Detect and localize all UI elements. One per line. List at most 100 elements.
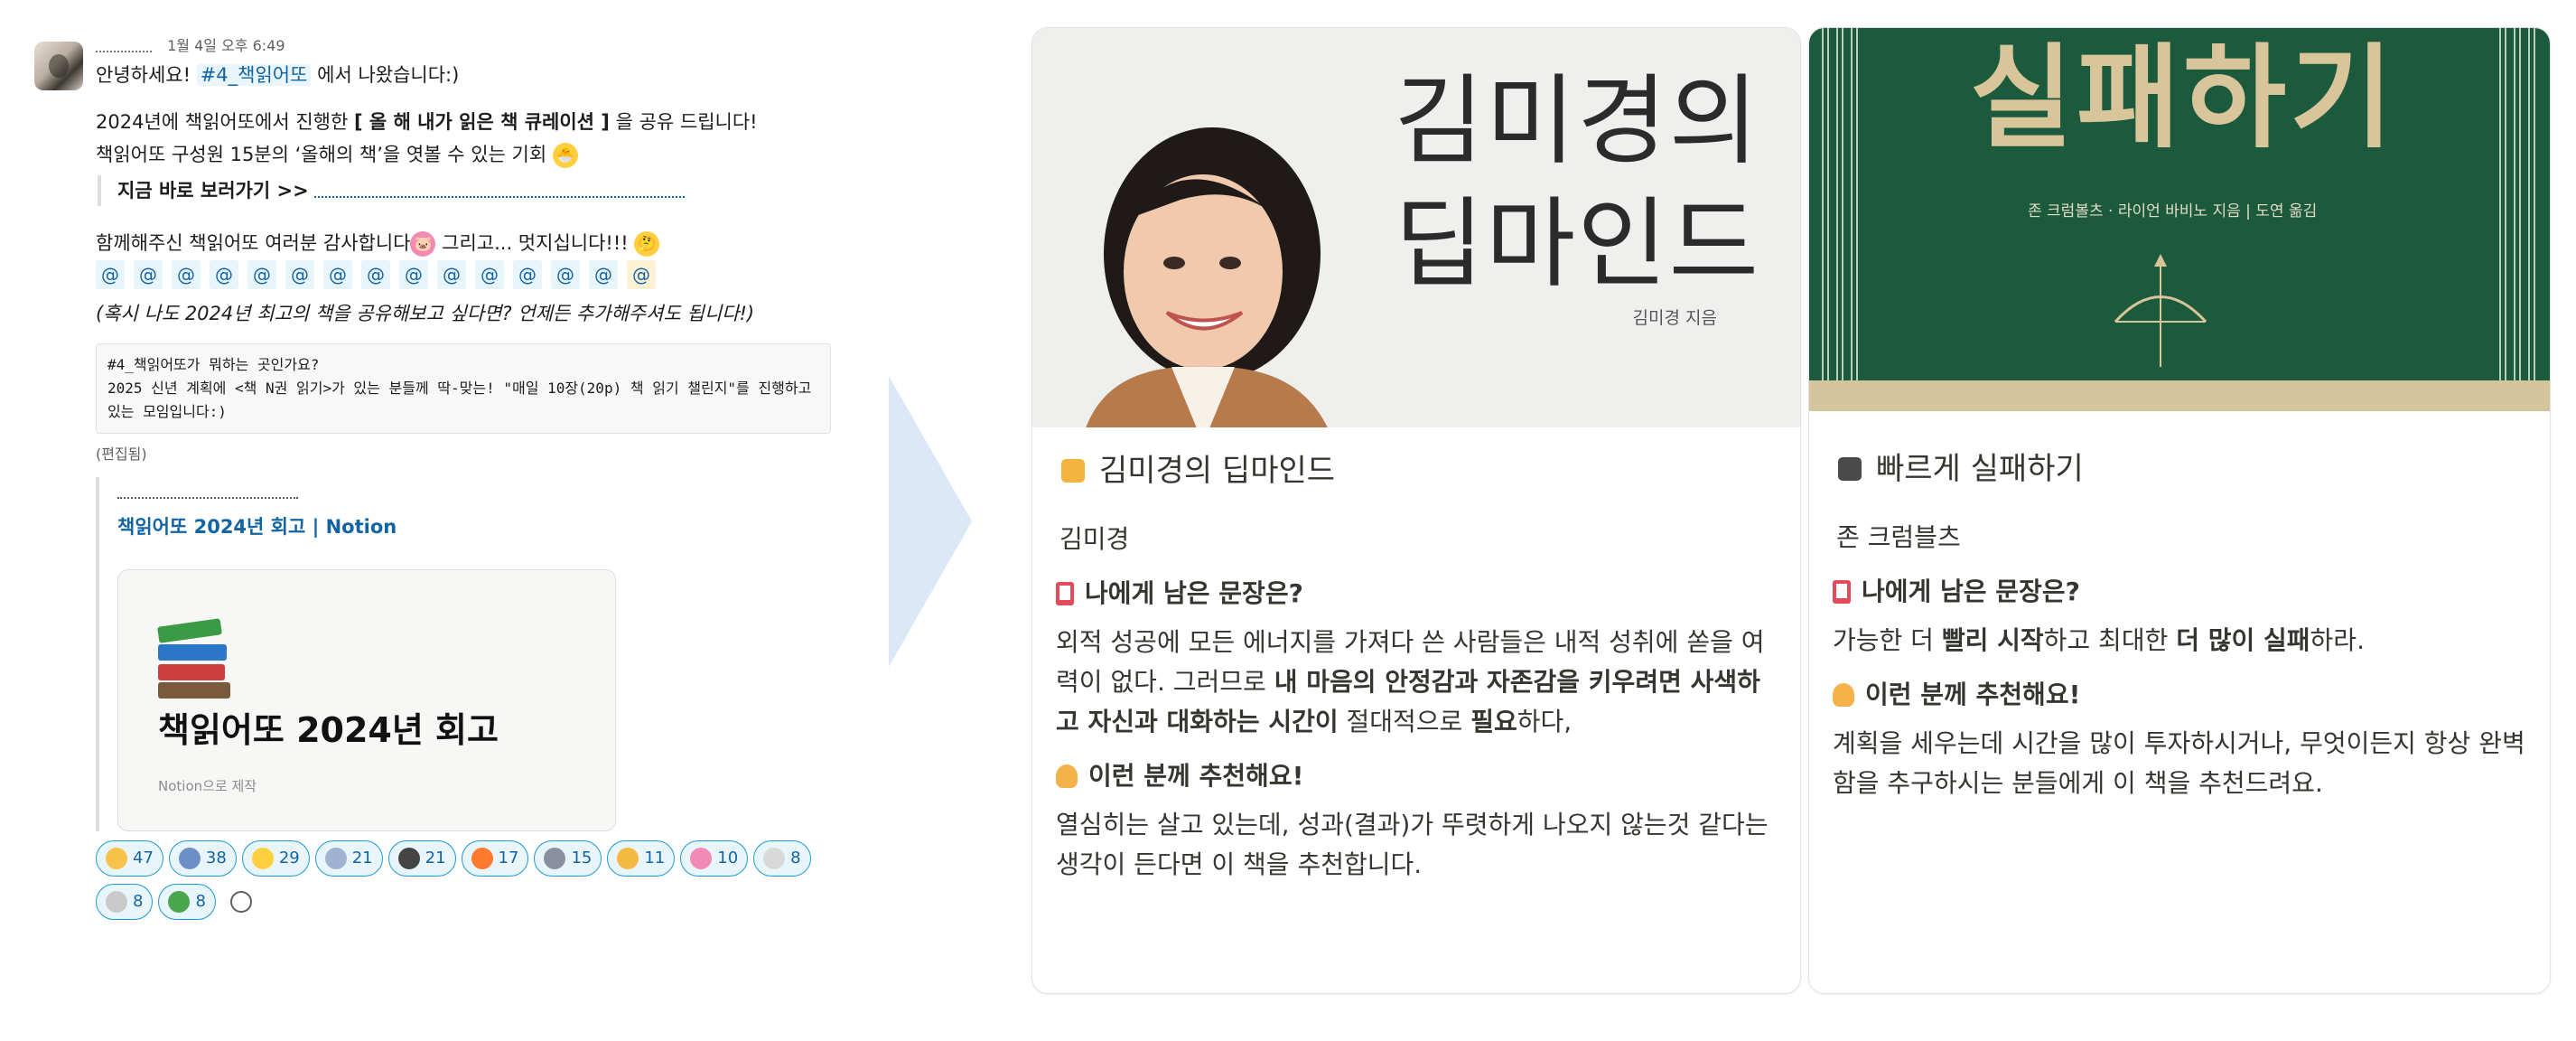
user-mention[interactable]: @ [172,260,201,289]
avatar[interactable] [34,42,83,90]
cover-title: 김미경의 딥마인드 [1394,65,1760,301]
reaction-button[interactable]: 15 [534,840,602,877]
code-block: #4_책읽어또가 뭐하는 곳인가요? 2025 신년 계획에 <책 N권 읽기>… [96,343,831,434]
cover-author: 김미경 지음 [1632,308,1717,328]
answer-sentence: 외적 성공에 모든 에너지를 가져다 쓴 사람들은 내적 성취에 쏟을 여력이 … [1056,627,1765,736]
mention-list: @ @ @ @ @ @ @ @ @ @ @ @ @ @ @ [96,260,829,289]
quote-label: 지금 바로 보러가기 >> [117,180,309,202]
user-mention[interactable]: @ [361,260,390,289]
add-reaction-button[interactable] [221,884,261,920]
reaction-button[interactable]: 8 [96,884,154,920]
question-sentence: 나에게 남은 문장은? [1056,574,1777,614]
cover-stripe [1851,28,1858,380]
reaction-button[interactable]: 38 [168,840,237,877]
cover-title: 실패하기 [1970,33,2397,164]
user-mention[interactable]: @ [475,260,504,289]
open-book-icon [324,848,347,869]
book-title[interactable]: 빠르게 실패하기 [1838,445,2526,492]
thumbs-up-icon [106,848,127,869]
channel-link[interactable]: #4_책읽어또 [196,64,312,86]
book-card-deepmind[interactable]: 김미경의 딥마인드 김미경 지음 김미경의 딥마인드 김미경 나에게 남은 문장… [1031,27,1801,994]
sender-name-redacted[interactable] [96,42,152,52]
reaction-button[interactable]: 11 [607,840,676,877]
reaction-button[interactable]: 21 [314,840,383,877]
unfurl-site-redacted [117,488,298,499]
user-mention[interactable]: @ [210,260,238,289]
unfurl-title-link[interactable]: 책읽어또 2024년 회고 | Notion [117,511,818,542]
greeting-text: 안녕하세요! [96,64,197,86]
cover-stripe [2528,28,2535,380]
card-body: 빠르게 실패하기 존 크럼블츠 나에게 남은 문장은? 가능한 더 빨리 시작하… [1809,411,2550,803]
bookmark-icon [1056,582,1074,605]
user-mention[interactable]: @ [247,260,276,289]
add-emoji-icon [229,891,252,913]
pig-icon [690,848,713,869]
user-mention[interactable]: @ [96,260,125,289]
greeting-suffix: 에서 나왔습니다:) [311,64,460,86]
share-suffix: 을 공유 드립니다! [609,111,758,133]
user-mention[interactable]: @ [513,260,542,289]
answer-recommend: 계획을 세우는데 시간을 많이 투자하시거나, 무엇이든지 항상 완벽함을 추구… [1833,728,2525,798]
preview-title: 책읽어또 2024년 회고 [158,710,499,750]
fire-icon [471,848,493,869]
preview-subtitle: Notion으로 제작 [158,778,257,794]
user-mention[interactable]: @ [437,260,466,289]
share-line: 2024년에 책읽어또에서 진행한 [ 올 해 내가 읽은 책 큐레이션 ] 을… [96,107,829,137]
user-mention[interactable]: @ [323,260,352,289]
book-cover-deepmind: 김미경의 딥마인드 김미경 지음 [1032,28,1800,427]
reaction-count: 29 [278,849,300,868]
question-text: 이런 분께 추천해요! [1865,680,2081,709]
question-text: 이런 분께 추천해요! [1088,761,1304,791]
cover-author: 존 크럼볼츠 · 라이언 바비노 지음 | 도연 옮김 [2028,202,2318,220]
bow-arrow-icon [2114,254,2207,367]
cover-stripe [2514,28,2521,380]
opportunity-text: 책읽어또 구성원 15분의 ‘올해의 책’을 엿볼 수 있는 기회 [96,144,547,165]
book-cover-fail-fast: 실패하기 존 크럼볼츠 · 라이언 바비노 지음 | 도연 옮김 [1809,28,2550,411]
reaction-button[interactable]: 8 [158,884,216,920]
pig-icon: 🐷 [410,231,436,257]
question-recommend: 이런 분께 추천해요! [1056,756,1777,796]
reaction-count: 47 [133,849,154,868]
answer-sentence: 가능한 더 빨리 시작하고 최대한 더 많이 실패하라. [1833,625,2365,655]
user-mention[interactable]: @ [285,260,314,289]
link-unfurl: 책읽어또 2024년 회고 | Notion 책읽어또 2024년 회고 Not… [96,477,818,831]
quote-block: 지금 바로 보러가기 >> [98,175,829,206]
user-mention[interactable]: @ [399,260,428,289]
notion-link-redacted[interactable] [313,185,685,198]
reaction-count: 21 [425,849,446,868]
reaction-button[interactable]: 8 [753,840,811,877]
message-body: 1월 4일 오후 6:49 안녕하세요! #4_책읽어또 에서 나왔습니다:) … [96,34,831,920]
reaction-count: 17 [498,849,519,868]
reaction-button[interactable]: 17 [461,840,529,877]
thanks-text: 함께해주신 책읽어또 여러분 감사합니다 [96,232,411,254]
book-author: 김미경 [1059,524,1130,554]
reaction-button[interactable]: 29 [241,840,310,877]
answer-recommend: 열심히는 살고 있는데, 성과(결과)가 뚜렷하게 나오지 않는것 같다는 생각… [1056,810,1769,879]
user-mention[interactable]: @ [589,260,618,289]
reaction-button[interactable]: 47 [96,840,163,877]
arrow-right-icon [889,376,972,667]
unfurl-preview-image[interactable]: 책읽어또 2024년 회고 Notion으로 제작 [117,569,616,831]
book-title[interactable]: 김미경의 딥마인드 [1061,447,1777,494]
thinking-face-icon: 🤔 [634,231,660,257]
question-sentence: 나에게 남은 문장은? [1833,572,2526,612]
sheep-icon [106,891,127,913]
reaction-button[interactable]: 21 [387,840,456,877]
reaction-button[interactable]: 10 [680,840,749,877]
italic-note: (혹시 나도 2024년 최고의 책을 공유해보고 싶다면? 언제든 추가해주셔… [96,303,755,324]
reaction-count: 15 [571,849,593,868]
user-mention[interactable]: @ [551,260,580,289]
bookmark-icon [1833,580,1851,604]
hatching-chick-icon [251,848,274,869]
user-mention[interactable]: @ [134,260,163,289]
book-card-fail-fast[interactable]: 실패하기 존 크럼볼츠 · 라이언 바비노 지음 | 도연 옮김 빠르게 실패하… [1808,27,2551,994]
books-icon [178,848,201,869]
reaction-count: 38 [205,849,227,868]
user-mention[interactable]: @ [627,260,656,289]
person-tipping-hand-icon [1056,764,1078,788]
person-tipping-hand-icon [1833,683,1854,707]
message-timestamp[interactable]: 1월 4일 오후 6:49 [167,37,285,54]
slack-message: 1월 4일 오후 6:49 안녕하세요! #4_책읽어또 에서 나왔습니다:) … [34,34,831,920]
question-text: 나에게 남은 문장은? [1862,577,2080,606]
tooth-icon [763,848,786,869]
